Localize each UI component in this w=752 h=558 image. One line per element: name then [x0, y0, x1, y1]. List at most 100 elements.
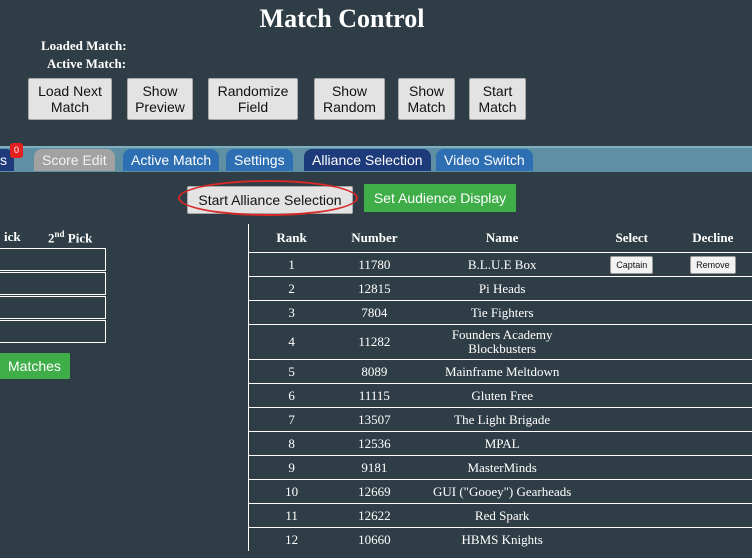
name-cell: Red Spark [414, 503, 590, 528]
alliance-row [0, 272, 106, 295]
matches-button[interactable]: Matches [0, 353, 70, 379]
number-cell: 8089 [334, 359, 415, 384]
rank-cell: 12 [248, 527, 335, 551]
button-label-line2: Random [323, 99, 376, 115]
start-match-button[interactable]: Start Match [469, 78, 526, 120]
select-header: Select [589, 224, 674, 253]
name-cell: Mainframe Meltdown [414, 359, 590, 384]
tab-score-edit[interactable]: Score Edit [34, 149, 115, 171]
show-preview-button[interactable]: Show Preview [127, 78, 193, 120]
alliance-row [0, 296, 106, 319]
decline-cell [673, 503, 752, 528]
rank-cell: 10 [248, 479, 335, 504]
table-row: 6 11115 Gluten Free [248, 383, 752, 408]
name-cell: Tie Fighters [414, 300, 590, 325]
decline-cell [673, 324, 752, 360]
button-label-line1: Show [142, 83, 178, 99]
table-row: 3 7804 Tie Fighters [248, 300, 752, 325]
select-cell [589, 359, 674, 384]
table-row: 12 10660 HBMS Knights [248, 527, 752, 551]
load-next-match-button[interactable]: Load Next Match [28, 78, 112, 120]
rank-cell: 4 [248, 324, 335, 360]
decline-cell [673, 383, 752, 408]
rank-cell: 11 [248, 503, 335, 528]
decline-cell [673, 300, 752, 325]
table-row: 4 11282 Founders Academy Blockbusters [248, 324, 752, 360]
name-cell: MasterMinds [414, 455, 590, 480]
decline-cell [673, 527, 752, 551]
name-cell: Pi Heads [414, 276, 590, 301]
rankings-header-row: Rank Number Name Select Decline [248, 224, 752, 253]
show-match-button[interactable]: Show Match [398, 78, 455, 120]
alliance-grid: ick 2nd Pick [0, 226, 106, 344]
button-label-line1: Randomize [217, 83, 289, 99]
table-row: 7 13507 The Light Brigade [248, 407, 752, 432]
button-label-line2: Match [407, 99, 446, 115]
select-cell [589, 503, 674, 528]
name-header: Name [414, 224, 590, 253]
table-row: 10 12669 GUI ("Gooey") Gearheads [248, 479, 752, 504]
table-row: 5 8089 Mainframe Meltdown [248, 359, 752, 384]
set-audience-display-button[interactable]: Set Audience Display [364, 184, 516, 212]
second-pick-header: 2nd Pick [48, 229, 92, 246]
select-cell [589, 431, 674, 456]
number-header: Number [334, 224, 415, 253]
show-random-button[interactable]: Show Random [314, 78, 385, 120]
tab-active-match[interactable]: Active Match [123, 149, 220, 171]
rank-cell: 5 [248, 359, 335, 384]
decline-header: Decline [673, 224, 752, 253]
select-cell [589, 455, 674, 480]
number-cell: 9181 [334, 455, 415, 480]
rank-cell: 8 [248, 431, 335, 456]
first-pick-header: ick [4, 229, 21, 244]
select-cell [589, 300, 674, 325]
select-cell: Captain [589, 252, 674, 277]
loaded-match-label: Loaded Match: [41, 38, 127, 53]
button-label-line1: Show [408, 83, 445, 99]
rank-header: Rank [248, 224, 335, 253]
number-cell: 7804 [334, 300, 415, 325]
decline-cell [673, 407, 752, 432]
alliance-row [0, 248, 106, 271]
number-cell: 11780 [334, 252, 415, 277]
number-cell: 12622 [334, 503, 415, 528]
number-cell: 13507 [334, 407, 415, 432]
select-cell [589, 276, 674, 301]
tab-alliance-selection[interactable]: Alliance Selection [304, 149, 431, 171]
tab-video-switch[interactable]: Video Switch [436, 149, 533, 171]
captain-button[interactable]: Captain [610, 255, 654, 274]
select-cell [589, 383, 674, 408]
select-cell [589, 407, 674, 432]
table-row: 8 12536 MPAL [248, 431, 752, 456]
start-alliance-selection-button[interactable]: Start Alliance Selection [187, 186, 353, 214]
rank-cell: 3 [248, 300, 335, 325]
select-cell [589, 324, 674, 360]
name-cell: Gluten Free [414, 383, 590, 408]
decline-cell [673, 431, 752, 456]
number-cell: 12815 [334, 276, 415, 301]
tab-settings[interactable]: Settings [226, 149, 293, 171]
button-label-line2: Match [50, 99, 90, 115]
remove-button[interactable]: Remove [690, 255, 736, 274]
alliance-row [0, 320, 106, 343]
button-label-line1: Start [482, 83, 513, 99]
name-cell: The Light Brigade [414, 407, 590, 432]
select-cell [589, 479, 674, 504]
table-row: 1 11780 B.L.U.E Box Captain Remove [248, 252, 752, 277]
active-match-label: Active Match: [47, 56, 127, 71]
tab-partial-label: s [0, 152, 7, 168]
randomize-field-button[interactable]: Randomize Field [208, 78, 298, 120]
alliance-grid-header: ick 2nd Pick [0, 226, 106, 248]
button-label-line2: Preview [135, 99, 185, 115]
number-cell: 12669 [334, 479, 415, 504]
decline-cell [673, 359, 752, 384]
table-row: 11 12622 Red Spark [248, 503, 752, 528]
number-cell: 11115 [334, 383, 415, 408]
rank-cell: 6 [248, 383, 335, 408]
button-label-line1: Load Next [38, 83, 102, 99]
decline-cell [673, 455, 752, 480]
decline-cell: Remove [673, 252, 752, 277]
rank-cell: 9 [248, 455, 335, 480]
rank-cell: 7 [248, 407, 335, 432]
second-pick-header-ordinal: nd [54, 229, 65, 239]
